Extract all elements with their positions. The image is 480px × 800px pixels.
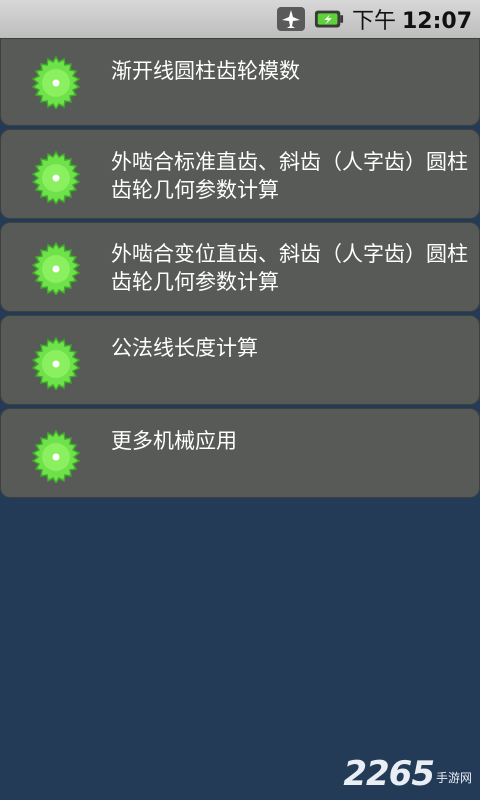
menu-item-common-normal-length[interactable]: 公法线长度计算 xyxy=(0,315,480,405)
airplane-mode-icon xyxy=(276,6,306,32)
menu-item-label: 更多机械应用 xyxy=(111,429,237,453)
menu-item-label: 渐开线圆柱齿轮模数 xyxy=(111,59,300,83)
gear-icon xyxy=(31,241,81,295)
menu-item-label: 外啮合变位直齿、斜齿（人字齿）圆柱齿轮几何参数计算 xyxy=(111,242,468,294)
gear-icon xyxy=(31,150,81,204)
gear-icon xyxy=(31,55,81,109)
watermark-number: 2265 xyxy=(343,754,435,794)
gear-icon xyxy=(31,336,81,390)
menu-item-more-apps[interactable]: 更多机械应用 xyxy=(0,408,480,498)
status-bar-right: 下午 12:07 xyxy=(276,4,472,34)
menu-item-label: 公法线长度计算 xyxy=(111,336,258,360)
gear-icon xyxy=(31,429,81,483)
status-bar: 下午 12:07 xyxy=(0,0,480,38)
menu-item-label: 外啮合标准直齿、斜齿（人字齿）圆柱齿轮几何参数计算 xyxy=(111,150,468,202)
watermark: 2265 手游网 xyxy=(343,754,472,794)
menu-item-standard-gear-calc[interactable]: 外啮合标准直齿、斜齿（人字齿）圆柱齿轮几何参数计算 xyxy=(0,129,480,219)
battery-charging-icon xyxy=(314,6,344,32)
clock: 下午 12:07 xyxy=(351,9,472,34)
watermark-suffix: 手游网 xyxy=(435,771,472,785)
menu-item-gear-modulus[interactable]: 渐开线圆柱齿轮模数 xyxy=(0,38,480,126)
menu-item-modified-gear-calc[interactable]: 外啮合变位直齿、斜齿（人字齿）圆柱齿轮几何参数计算 xyxy=(0,222,480,312)
menu-list: 渐开线圆柱齿轮模数 外啮合标准直齿、斜齿（人字齿）圆柱齿轮几何参数计算 外啮合变… xyxy=(0,38,480,501)
